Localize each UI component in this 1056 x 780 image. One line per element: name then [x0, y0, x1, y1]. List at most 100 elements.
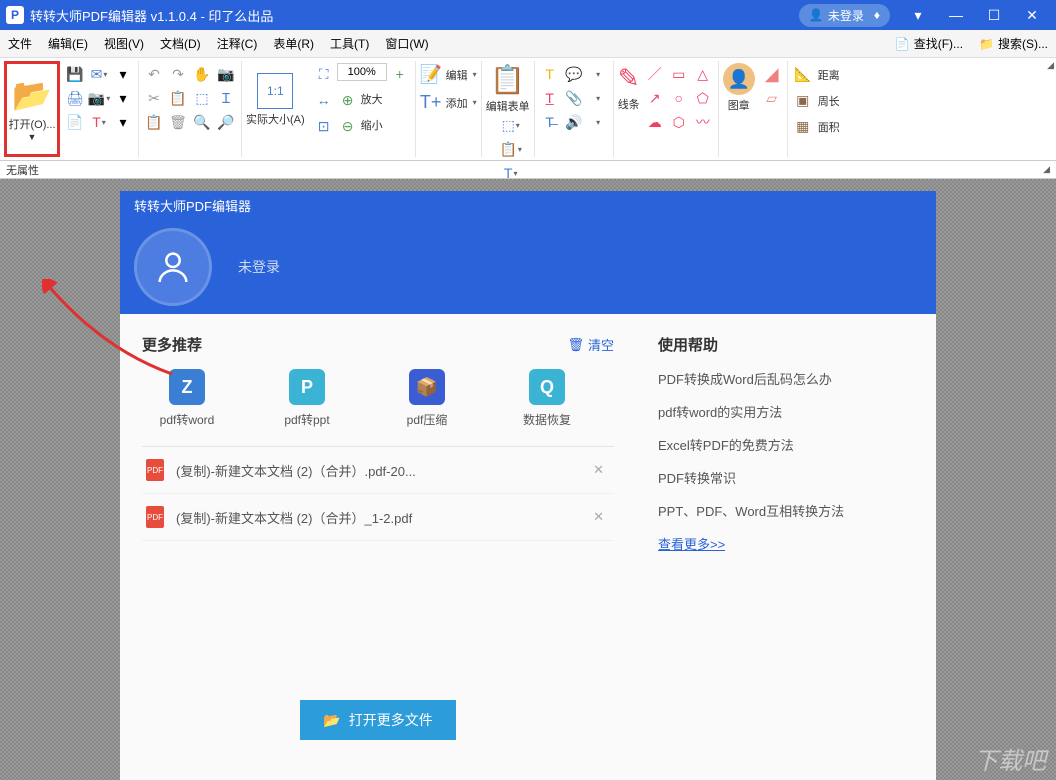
menu-comment[interactable]: 注释(C): [209, 31, 266, 56]
circle-icon[interactable]: ○: [668, 87, 690, 109]
hand-icon[interactable]: ✋: [191, 63, 213, 85]
highlight-icon[interactable]: T: [539, 63, 561, 85]
menu-file[interactable]: 文件: [0, 31, 40, 56]
strike-icon[interactable]: T̶: [539, 111, 561, 133]
file-item[interactable]: PDF (复制)-新建文本文档 (2)（合并）_1-2.pdf ✕: [142, 494, 614, 541]
underline-icon[interactable]: T̲: [539, 87, 561, 109]
fit-visible-icon[interactable]: ⊡: [313, 115, 335, 137]
perimeter-icon[interactable]: ▣: [792, 89, 814, 111]
menu-edit[interactable]: 编辑(E): [40, 31, 96, 56]
menu-form[interactable]: 表单(R): [265, 31, 322, 56]
plus-icon[interactable]: +: [389, 63, 411, 85]
blank-page-icon[interactable]: 📄: [64, 111, 86, 133]
sound-icon[interactable]: 🔊: [563, 111, 585, 133]
text-tool-icon[interactable]: T▾: [88, 111, 110, 133]
dropdown1[interactable]: ▾: [112, 63, 134, 85]
rec-pdf-word[interactable]: Zpdf转word: [142, 369, 232, 428]
open-button[interactable]: 📂 打开(O)... ▼: [4, 61, 60, 157]
dropdown-button[interactable]: ▾: [900, 0, 936, 30]
help-link[interactable]: PDF转换常识: [658, 468, 914, 487]
eraser2-icon[interactable]: ▱: [761, 87, 783, 109]
dropdown2[interactable]: ▾: [112, 87, 134, 109]
snapshot-icon[interactable]: 📷: [215, 63, 237, 85]
help-link[interactable]: PDF转换成Word后乱码怎么办: [658, 369, 914, 388]
arrow-icon[interactable]: ↗: [644, 87, 666, 109]
note-icon[interactable]: 💬: [563, 63, 585, 85]
menu-tools[interactable]: 工具(T): [322, 31, 377, 56]
search-button[interactable]: 📁搜索(S)...: [971, 31, 1056, 56]
drop1[interactable]: ▾: [587, 63, 609, 85]
status-expand[interactable]: ◢: [1043, 164, 1050, 175]
actual-size-icon[interactable]: 1:1: [257, 73, 293, 109]
scan-icon[interactable]: 📷▾: [88, 87, 110, 109]
login-badge[interactable]: 👤 未登录 ♦: [799, 4, 890, 27]
star-icon[interactable]: ⬡: [668, 111, 690, 133]
edit-dropdown[interactable]: ▾: [473, 70, 477, 79]
watermark: 下载吧: [974, 741, 1046, 776]
edit-content-icon[interactable]: 📝: [420, 63, 442, 85]
email-icon[interactable]: ✉▾: [88, 63, 110, 85]
area-icon[interactable]: ▦: [792, 115, 814, 137]
find-adv-icon[interactable]: 🔎: [215, 111, 237, 133]
drop3[interactable]: ▾: [587, 111, 609, 133]
rec-pdf-compress[interactable]: 📦pdf压缩: [382, 369, 472, 428]
print-icon[interactable]: 🖨: [64, 87, 86, 109]
add-dropdown[interactable]: ▾: [473, 98, 477, 107]
delete-icon[interactable]: 🗑: [167, 111, 189, 133]
help-link[interactable]: pdf转word的实用方法: [658, 402, 914, 421]
eraser-icon[interactable]: ◢: [761, 63, 783, 85]
attach-icon[interactable]: 📎: [563, 87, 585, 109]
file-item[interactable]: PDF (复制)-新建文本文档 (2)（合并）.pdf-20... ✕: [142, 447, 614, 494]
avatar[interactable]: [134, 228, 212, 306]
stamp-icon[interactable]: 👤: [723, 63, 755, 95]
clear-button[interactable]: 🗑 清空: [567, 335, 614, 354]
paste-icon[interactable]: 📋: [143, 111, 165, 133]
pencil-icon[interactable]: ✎: [618, 63, 640, 94]
help-link[interactable]: PPT、PDF、Word互相转换方法: [658, 501, 914, 520]
find-button[interactable]: 📄查找(F)...: [887, 31, 971, 56]
zoom-input[interactable]: [337, 63, 387, 81]
fit-width-icon[interactable]: ↔: [313, 89, 335, 111]
drop2[interactable]: ▾: [587, 87, 609, 109]
zoom-out-icon[interactable]: ⊖: [337, 115, 359, 137]
save-icon[interactable]: 💾: [64, 63, 86, 85]
select-icon[interactable]: ⬚: [191, 87, 213, 109]
line-label: 线条: [618, 96, 640, 112]
form-tool-2[interactable]: 📋▾: [500, 138, 522, 160]
poly-icon[interactable]: ⬠: [692, 87, 714, 109]
folder-open-icon: 📂: [323, 712, 340, 729]
rec-data-recovery[interactable]: Q数据恢复: [502, 369, 592, 428]
open-more-button[interactable]: 📂 打开更多文件: [300, 700, 456, 740]
help-link[interactable]: Excel转PDF的免费方法: [658, 435, 914, 454]
select-text-icon[interactable]: Ɪ: [215, 87, 237, 109]
ribbon-collapse[interactable]: ◢: [1047, 60, 1054, 71]
cloud-icon[interactable]: ☁: [644, 111, 666, 133]
menu-view[interactable]: 视图(V): [96, 31, 152, 56]
fit-page-icon[interactable]: ⛶: [313, 63, 335, 85]
line-icon[interactable]: ／: [644, 63, 666, 85]
curve-icon[interactable]: 〰: [692, 111, 714, 133]
perimeter-label: 周长: [818, 93, 840, 109]
tri-icon[interactable]: △: [692, 63, 714, 85]
distance-icon[interactable]: 📐: [792, 63, 814, 85]
file-remove-button[interactable]: ✕: [587, 462, 610, 478]
menu-window[interactable]: 窗口(W): [377, 31, 436, 56]
minimize-button[interactable]: —: [938, 0, 974, 30]
help-more-link[interactable]: 查看更多>>: [658, 537, 725, 552]
find-icon[interactable]: 🔍: [191, 111, 213, 133]
zoom-in-icon[interactable]: ⊕: [337, 89, 359, 111]
maximize-button[interactable]: ☐: [976, 0, 1012, 30]
rec-pdf-ppt[interactable]: Ppdf转ppt: [262, 369, 352, 428]
rect-icon[interactable]: ▭: [668, 63, 690, 85]
copy-icon[interactable]: 📋: [167, 87, 189, 109]
form-icon[interactable]: 📋: [490, 63, 525, 96]
form-tool-1[interactable]: ⬚▾: [500, 114, 522, 136]
close-button[interactable]: ✕: [1014, 0, 1050, 30]
redo-icon[interactable]: ↷: [167, 63, 189, 85]
menu-document[interactable]: 文档(D): [152, 31, 209, 56]
cut-icon[interactable]: ✂: [143, 87, 165, 109]
undo-icon[interactable]: ↶: [143, 63, 165, 85]
add-text-icon[interactable]: T+: [420, 91, 442, 113]
file-remove-button[interactable]: ✕: [587, 509, 610, 525]
dropdown3[interactable]: ▾: [112, 111, 134, 133]
